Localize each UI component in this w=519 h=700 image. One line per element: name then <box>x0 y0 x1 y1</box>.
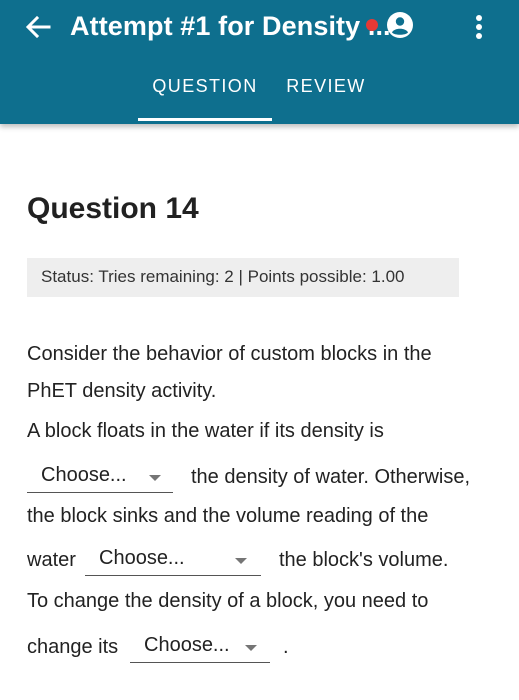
more-options-button[interactable] <box>470 12 488 42</box>
question-text-line: To change the density of a block, you ne… <box>27 590 429 612</box>
caret-down-icon <box>149 475 161 481</box>
question-text-line: the density of water. Otherwise, <box>191 466 471 488</box>
caret-down-icon <box>245 645 257 651</box>
question-text-line: the block's volume. <box>279 549 449 571</box>
back-button[interactable] <box>22 10 54 44</box>
arrow-left-icon <box>25 16 51 38</box>
app-bar: Attempt #1 for Density ... QUESTION REVI… <box>0 0 519 124</box>
question-text-line: . <box>283 636 289 658</box>
answer-dropdown-3[interactable]: Choose... <box>130 633 270 663</box>
question-text-line: Consider the behavior of custom blocks i… <box>27 343 432 365</box>
notification-dot <box>366 19 378 31</box>
account-circle-icon <box>387 12 413 38</box>
question-text-line: the block sinks and the volume reading o… <box>27 505 429 527</box>
more-vert-icon <box>476 15 482 21</box>
question-text-line: PhET density activity. <box>27 380 217 402</box>
answer-dropdown-2[interactable]: Choose... <box>85 546 261 576</box>
dropdown-value: Choose... <box>41 464 127 486</box>
active-tab-indicator <box>138 118 272 121</box>
dropdown-value: Choose... <box>144 634 230 656</box>
question-text-line: water <box>27 549 76 571</box>
dropdown-value: Choose... <box>99 547 185 569</box>
question-heading: Question 14 <box>27 192 199 225</box>
status-banner: Status: Tries remaining: 2 | Points poss… <box>27 258 459 297</box>
page-title: Attempt #1 for Density ... <box>70 11 391 41</box>
tab-question[interactable]: QUESTION <box>138 76 272 124</box>
tab-review[interactable]: REVIEW <box>280 76 372 124</box>
answer-dropdown-1[interactable]: Choose... <box>27 463 173 493</box>
question-text-line: A block floats in the water if its densi… <box>27 420 384 442</box>
account-button[interactable] <box>386 11 414 39</box>
caret-down-icon <box>235 558 247 564</box>
question-text-line: change its <box>27 636 119 658</box>
